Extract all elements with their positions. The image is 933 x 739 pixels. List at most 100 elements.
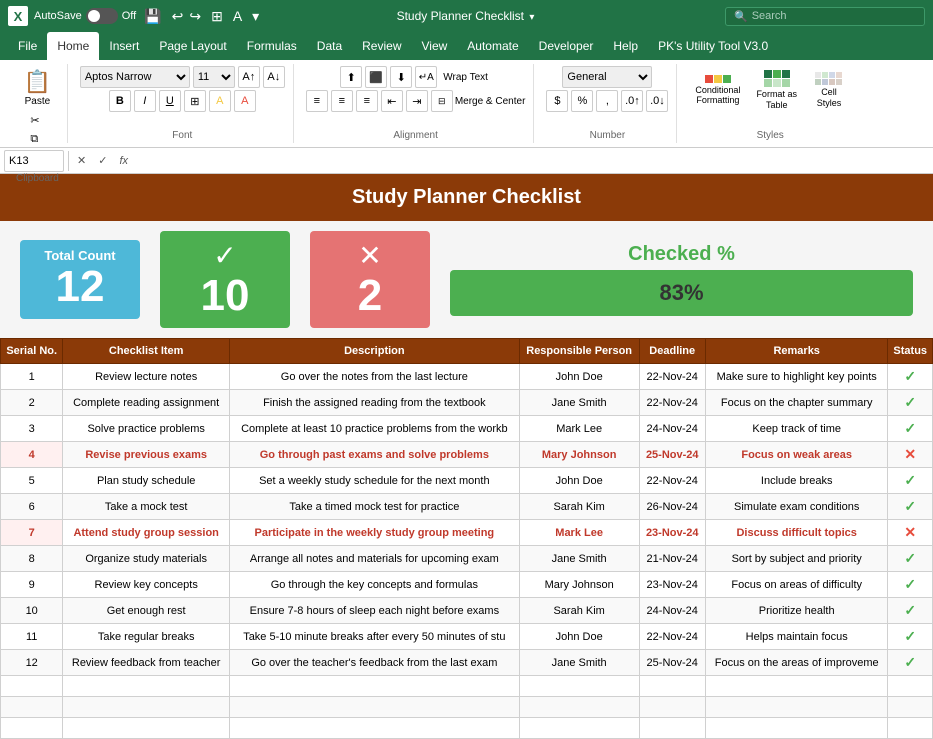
cell-item: Revise previous exams [63, 442, 230, 468]
font-name-select[interactable]: Aptos Narrow [80, 66, 190, 88]
insert-function-icon[interactable]: fx [115, 153, 132, 169]
conditional-formatting-button[interactable]: ConditionalFormatting [689, 71, 746, 111]
cell-person: Mary Johnson [519, 572, 639, 598]
comma-button[interactable]: , [596, 90, 618, 112]
tab-file[interactable]: File [8, 32, 47, 60]
currency-button[interactable]: $ [546, 90, 568, 112]
empty-cell [519, 718, 639, 739]
wrap-text-button[interactable]: ↵A [415, 66, 437, 88]
font-size-decrease-button[interactable]: A↓ [263, 66, 285, 88]
table-row[interactable]: 6Take a mock testTake a timed mock test … [1, 494, 933, 520]
search-icon: 🔍 [734, 10, 748, 23]
align-bottom-button[interactable]: ⬇ [390, 66, 412, 88]
italic-button[interactable]: I [134, 90, 156, 112]
cut-button[interactable]: ✂ [26, 112, 48, 129]
font-group: Aptos Narrow 11 A↑ A↓ B I U ⊞ A A Font [72, 64, 294, 143]
align-right-button[interactable]: ≡ [356, 90, 378, 112]
confirm-formula-icon[interactable]: ✓ [94, 152, 111, 169]
align-center-button[interactable]: ≡ [331, 90, 353, 112]
table-row[interactable]: 4Revise previous examsGo through past ex… [1, 442, 933, 468]
empty-cell [888, 718, 933, 739]
table-row[interactable]: 3Solve practice problemsComplete at leas… [1, 416, 933, 442]
increase-decimal-button[interactable]: .0↑ [621, 90, 643, 112]
font-color-icon[interactable]: A [231, 6, 244, 26]
cell-deadline: 22-Nov-24 [639, 468, 705, 494]
formula-input[interactable] [136, 155, 929, 167]
align-middle-button[interactable]: ⬛ [365, 66, 387, 88]
search-input[interactable] [752, 10, 892, 22]
number-format-select[interactable]: General [562, 66, 652, 88]
cell-person: Jane Smith [519, 390, 639, 416]
empty-cell [229, 676, 519, 697]
table-row[interactable]: 2Complete reading assignmentFinish the a… [1, 390, 933, 416]
table-row[interactable]: 9Review key conceptsGo through the key c… [1, 572, 933, 598]
toggle-state: Off [122, 10, 136, 22]
table-row[interactable]: 11Take regular breaksTake 5-10 minute br… [1, 624, 933, 650]
filename-dropdown-icon[interactable]: ▾ [527, 10, 536, 25]
more-tools-icon[interactable]: ▾ [250, 6, 261, 27]
cell-serial: 1 [1, 364, 63, 390]
tab-help[interactable]: Help [603, 32, 648, 60]
tab-automate[interactable]: Automate [457, 32, 528, 60]
table-row[interactable]: 5Plan study scheduleSet a weekly study s… [1, 468, 933, 494]
cell-reference-input[interactable] [4, 150, 64, 172]
cell-remarks: Keep track of time [705, 416, 888, 442]
table-row[interactable]: 7Attend study group sessionParticipate i… [1, 520, 933, 546]
unchecked-icon: ✕ [320, 239, 420, 272]
cancel-formula-icon[interactable]: ✕ [73, 152, 90, 169]
table-row[interactable]: 12Review feedback from teacherGo over th… [1, 650, 933, 676]
cell-deadline: 23-Nov-24 [639, 572, 705, 598]
grid-icon[interactable]: ⊞ [209, 6, 225, 27]
clipboard-group: 📋 Paste ✂ ⧉ 🖌 Clipboard [8, 64, 68, 143]
table-row[interactable]: 10Get enough restEnsure 7-8 hours of sle… [1, 598, 933, 624]
decrease-indent-button[interactable]: ⇤ [381, 90, 403, 112]
cell-styles-button[interactable]: CellStyles [807, 68, 851, 113]
tab-insert[interactable]: Insert [99, 32, 149, 60]
empty-cell [639, 718, 705, 739]
empty-cell [705, 718, 888, 739]
empty-cell [705, 676, 888, 697]
table-row[interactable]: 1Review lecture notesGo over the notes f… [1, 364, 933, 390]
percent-button[interactable]: % [571, 90, 593, 112]
font-size-increase-button[interactable]: A↑ [238, 66, 260, 88]
undo-icon[interactable]: ↩ [170, 6, 186, 27]
empty-cell [519, 676, 639, 697]
autosave-toggle[interactable] [86, 8, 118, 24]
tab-data[interactable]: Data [307, 32, 352, 60]
save-icon[interactable]: 💾 [142, 6, 163, 27]
tab-pk-utility[interactable]: PK's Utility Tool V3.0 [648, 32, 778, 60]
bold-button[interactable]: B [109, 90, 131, 112]
underline-button[interactable]: U [159, 90, 181, 112]
conditional-formatting-label: ConditionalFormatting [695, 85, 740, 107]
redo-icon[interactable]: ↪ [187, 6, 203, 27]
search-box[interactable]: 🔍 [725, 7, 925, 26]
tab-formulas[interactable]: Formulas [237, 32, 307, 60]
empty-cell [229, 718, 519, 739]
decrease-decimal-button[interactable]: .0↓ [646, 90, 668, 112]
tab-view[interactable]: View [412, 32, 458, 60]
paste-button[interactable]: 📋 Paste [19, 66, 56, 110]
cell-item: Take a mock test [63, 494, 230, 520]
fill-color-button[interactable]: A [209, 90, 231, 112]
filename-text: Study Planner Checklist [397, 9, 524, 23]
empty-cell [639, 697, 705, 718]
tab-home[interactable]: Home [47, 32, 99, 60]
tab-page-layout[interactable]: Page Layout [149, 32, 236, 60]
borders-button[interactable]: ⊞ [184, 90, 206, 112]
total-count-card: Total Count 12 [20, 240, 140, 319]
col-header-description: Description [229, 339, 519, 364]
increase-indent-button[interactable]: ⇥ [406, 90, 428, 112]
font-size-select[interactable]: 11 [193, 66, 235, 88]
tab-developer[interactable]: Developer [529, 32, 604, 60]
tab-review[interactable]: Review [352, 32, 411, 60]
align-top-button[interactable]: ⬆ [340, 66, 362, 88]
format-as-table-button[interactable]: Format asTable [750, 66, 803, 115]
font-color-button[interactable]: A [234, 90, 256, 112]
merge-center-button[interactable]: ⊟ [431, 90, 453, 112]
col-header-deadline: Deadline [639, 339, 705, 364]
align-left-button[interactable]: ≡ [306, 90, 328, 112]
unchecked-value: 2 [320, 272, 420, 320]
table-row[interactable]: 8Organize study materialsArrange all not… [1, 546, 933, 572]
cell-person: Sarah Kim [519, 598, 639, 624]
copy-button[interactable]: ⧉ [26, 131, 48, 148]
